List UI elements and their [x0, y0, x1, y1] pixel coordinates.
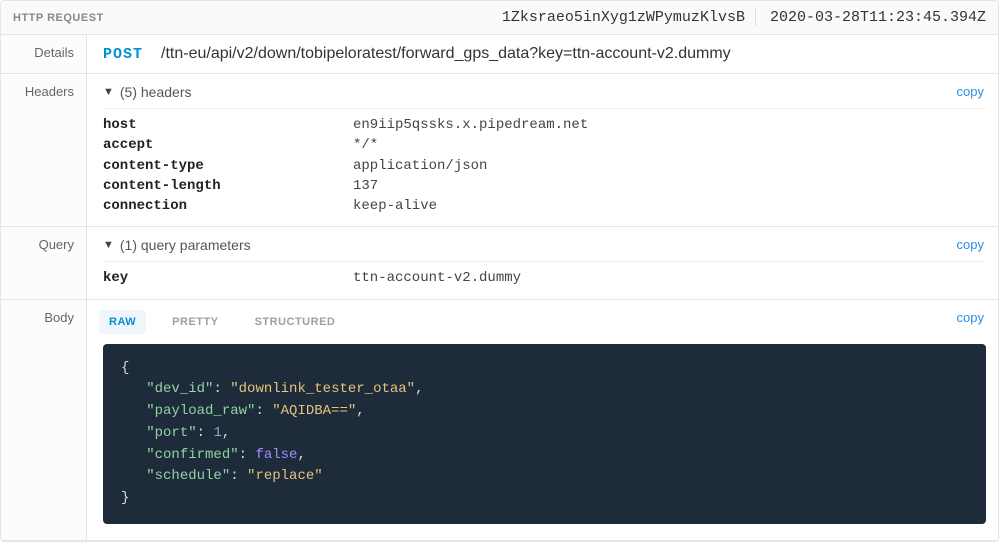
kv-value: 137 — [353, 176, 986, 196]
copy-body-link[interactable]: copy — [957, 310, 984, 325]
kv-key: content-length — [103, 176, 353, 196]
copy-headers-link[interactable]: copy — [957, 84, 984, 99]
query-row: Query copy ▼ (1) query parameters keyttn… — [1, 227, 998, 299]
kv-key: key — [103, 268, 353, 288]
query-summary: (1) query parameters — [120, 237, 251, 253]
headers-toggle[interactable]: ▼ (5) headers — [103, 84, 986, 100]
kv-row: accept*/* — [103, 135, 986, 155]
body-label: Body — [1, 300, 87, 540]
query-table: keyttn-account-v2.dummy — [103, 261, 986, 288]
http-method: POST — [103, 46, 143, 63]
kv-value: application/json — [353, 156, 986, 176]
chevron-down-icon: ▼ — [103, 86, 114, 98]
kv-key: content-type — [103, 156, 353, 176]
panel-header: HTTP REQUEST 1Zksraeo5inXyg1zWPymuzKlvsB… — [1, 1, 998, 35]
kv-value: keep-alive — [353, 196, 986, 216]
tab-pretty[interactable]: PRETTY — [162, 310, 228, 334]
http-request-panel: HTTP REQUEST 1Zksraeo5inXyg1zWPymuzKlvsB… — [0, 0, 999, 542]
request-id: 1Zksraeo5inXyg1zWPymuzKlvsB — [502, 9, 756, 26]
kv-row: content-typeapplication/json — [103, 156, 986, 176]
copy-query-link[interactable]: copy — [957, 237, 984, 252]
kv-row: content-length137 — [103, 176, 986, 196]
chevron-down-icon: ▼ — [103, 239, 114, 251]
body-code-block[interactable]: { "dev_id": "downlink_tester_otaa", "pay… — [103, 344, 986, 524]
kv-value: */* — [353, 135, 986, 155]
headers-summary: (5) headers — [120, 84, 192, 100]
query-label: Query — [1, 227, 87, 298]
kv-key: accept — [103, 135, 353, 155]
kv-value: en9iip5qssks.x.pipedream.net — [353, 115, 986, 135]
kv-value: ttn-account-v2.dummy — [353, 268, 986, 288]
details-label: Details — [1, 35, 87, 73]
tab-structured[interactable]: STRUCTURED — [245, 310, 346, 334]
headers-row: Headers copy ▼ (5) headers hosten9iip5qs… — [1, 74, 998, 227]
body-row: Body copy RAW PRETTY STRUCTURED { "dev_i… — [1, 300, 998, 541]
kv-row: keyttn-account-v2.dummy — [103, 268, 986, 288]
tab-raw[interactable]: RAW — [99, 310, 146, 334]
headers-table: hosten9iip5qssks.x.pipedream.netaccept*/… — [103, 108, 986, 216]
details-row: Details POST /ttn-eu/api/v2/down/tobipel… — [1, 35, 998, 74]
header-meta: 1Zksraeo5inXyg1zWPymuzKlvsB 2020-03-28T1… — [502, 9, 986, 26]
request-timestamp: 2020-03-28T11:23:45.394Z — [770, 9, 986, 26]
kv-key: host — [103, 115, 353, 135]
http-path: /ttn-eu/api/v2/down/tobipeloratest/forwa… — [161, 45, 731, 63]
kv-row: connectionkeep-alive — [103, 196, 986, 216]
panel-title: HTTP REQUEST — [13, 12, 104, 24]
kv-key: connection — [103, 196, 353, 216]
query-toggle[interactable]: ▼ (1) query parameters — [103, 237, 986, 253]
body-tabs: RAW PRETTY STRUCTURED — [99, 310, 986, 334]
headers-label: Headers — [1, 74, 87, 226]
kv-row: hosten9iip5qssks.x.pipedream.net — [103, 115, 986, 135]
